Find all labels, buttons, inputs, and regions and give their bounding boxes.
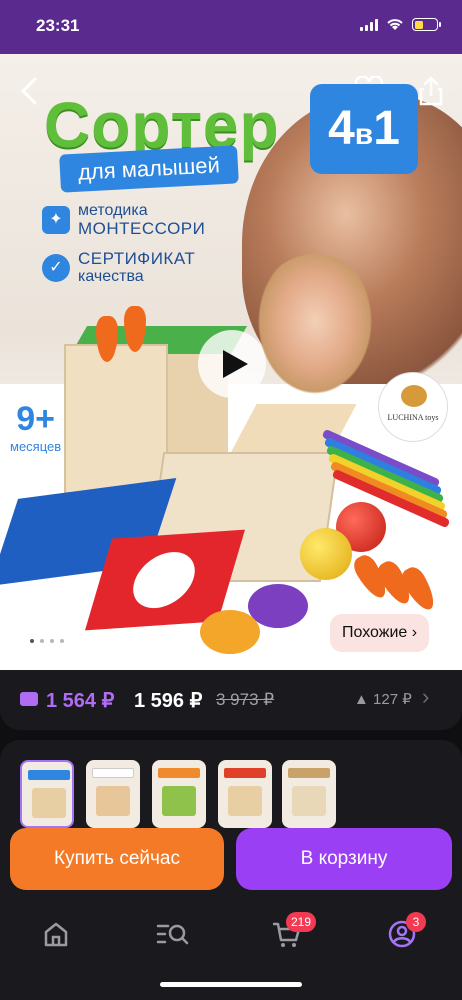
play-icon — [223, 350, 248, 378]
share-button[interactable] — [418, 76, 446, 106]
battery-icon — [412, 18, 441, 31]
variant-thumb[interactable] — [20, 760, 74, 828]
profile-badge: 3 — [406, 912, 426, 932]
tab-catalog[interactable] — [152, 918, 192, 954]
check-badge-icon: ✓ — [42, 254, 70, 282]
old-price: 3 973 ₽ — [216, 690, 275, 709]
back-button[interactable] — [18, 76, 46, 112]
banner-subtitle: для малышей — [59, 145, 239, 193]
brand-logo-text: LUCHINA toys — [387, 413, 439, 422]
home-indicator — [160, 982, 302, 987]
tab-cart[interactable]: 219 — [270, 912, 317, 954]
purple-disc — [248, 584, 308, 628]
buy-now-button[interactable]: Купить сейчас — [10, 828, 224, 890]
orange-disc — [200, 610, 260, 654]
cart-badge: 219 — [286, 912, 317, 932]
brand-logo: LUCHINA toys — [378, 372, 448, 442]
wallet-icon — [20, 692, 38, 706]
gallery-dots[interactable] — [30, 639, 64, 643]
sorter-box — [64, 344, 168, 494]
product-gallery[interactable]: Сортер для малышей 4в1 ✦ методика МОНТЕСС… — [0, 54, 462, 670]
photo-child — [250, 254, 380, 404]
age-label: 9+ месяцев — [10, 400, 61, 454]
age-unit: месяцев — [10, 439, 62, 454]
add-to-cart-button[interactable]: В корзину — [236, 828, 452, 890]
variant-thumb[interactable] — [86, 760, 140, 828]
feature-line: СЕРТИФИКАТ — [78, 249, 196, 268]
tab-home[interactable] — [40, 918, 80, 954]
feature-line: МОНТЕССОРИ — [78, 219, 206, 238]
age-number: 9+ — [16, 400, 55, 438]
similar-button[interactable]: Похожие › — [330, 614, 430, 652]
wifi-icon — [387, 19, 403, 30]
price-change[interactable]: ▲ 127 ₽ — [354, 690, 412, 708]
catalog-search-icon — [156, 924, 189, 945]
share-icon — [419, 76, 443, 106]
wallet-price: 1 564 ₽ — [46, 690, 115, 712]
price: 1 596 ₽ — [134, 690, 203, 712]
chevron-right-icon[interactable]: › — [422, 684, 429, 710]
yellow-ball — [300, 528, 352, 580]
home-icon — [44, 922, 68, 947]
price-bar: 1 564 ₽ 1 596 ₽ 3 973 ₽ ▲ 127 ₽ › — [0, 670, 462, 730]
badge-4in1: 4в1 — [310, 84, 418, 174]
feature-line: качества — [78, 268, 144, 285]
chevron-left-icon — [20, 77, 37, 105]
status-time: 23:31 — [36, 16, 80, 35]
status-icons — [360, 18, 441, 31]
feature-certificate: ✓ СЕРТИФИКАТ качества — [42, 250, 195, 286]
variant-thumb[interactable] — [282, 760, 336, 828]
color-sticks — [318, 428, 451, 529]
play-video-button[interactable] — [198, 330, 266, 398]
variant-thumb[interactable] — [218, 760, 272, 828]
signal-icon — [360, 18, 378, 31]
puzzle-icon: ✦ — [42, 206, 70, 234]
feature-montessori: ✦ методика МОНТЕССОРИ — [42, 202, 205, 238]
tab-profile[interactable]: 3 — [386, 912, 426, 954]
bear-icon — [401, 385, 427, 407]
variant-thumb[interactable] — [152, 760, 206, 828]
feature-line: методика — [78, 202, 148, 219]
status-bar: 23:31 — [0, 0, 462, 54]
